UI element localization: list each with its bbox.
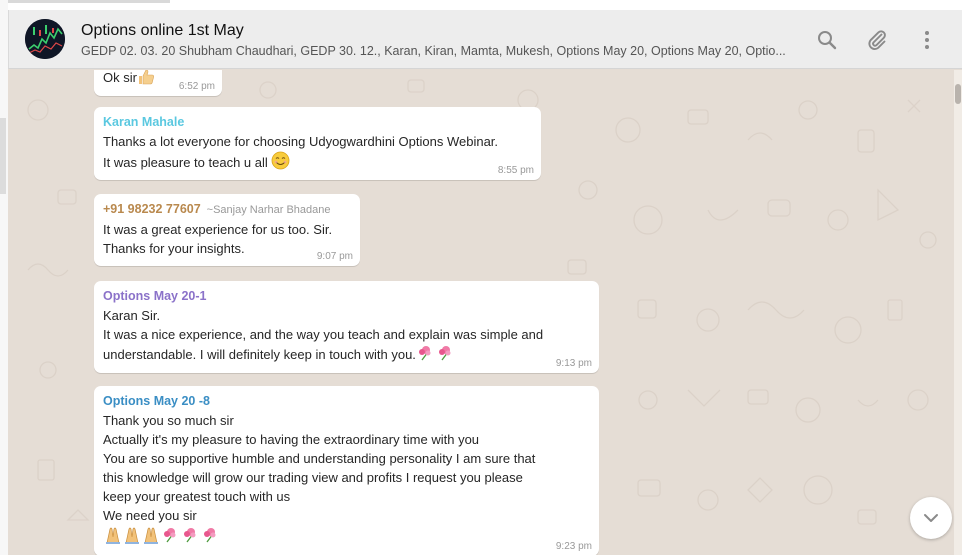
message-bubble[interactable]: Ok sir 6:52 pm	[94, 70, 222, 96]
scrollbar-thumb[interactable]	[955, 84, 961, 104]
message-bubble[interactable]: Options May 20-1 Karan Sir. It was a nic…	[94, 281, 599, 373]
message-text[interactable]: keep your greatest touch with us	[103, 487, 590, 506]
window-top-edge	[0, 0, 962, 10]
sender-name[interactable]: Options May 20 -8	[103, 392, 590, 410]
message-bubble[interactable]: Options May 20 -8 Thank you so much sir …	[94, 386, 599, 555]
sender-alias: ~Sanjay Narhar Bhadane	[206, 204, 331, 216]
message-text[interactable]: this knowledge will grow our trading vie…	[103, 468, 590, 487]
message-timestamp: 9:07 pm	[316, 251, 353, 262]
left-panel-edge	[0, 0, 8, 555]
message-text[interactable]: Karan Sir.	[103, 306, 590, 325]
message-text[interactable]: It was pleasure to teach u all	[103, 155, 268, 170]
flowers-icon	[416, 344, 456, 367]
message-bubble[interactable]: Karan Mahale Thanks a lot everyone for c…	[94, 107, 541, 180]
message-timestamp: 9:23 pm	[555, 541, 592, 552]
message-text[interactable]: Actually it's my pleasure to having the …	[103, 430, 590, 449]
message-text[interactable]: Thanks a lot everyone for choosing Udyog…	[103, 132, 532, 151]
message-bubble[interactable]: +91 98232 77607 ~Sanjay Narhar Bhadane It…	[94, 194, 360, 266]
message-text[interactable]: You are so supportive humble and underst…	[103, 449, 590, 468]
paperclip-icon[interactable]	[865, 28, 889, 52]
message-text[interactable]: Ok sir	[103, 70, 137, 85]
menu-icon[interactable]	[915, 28, 939, 52]
chat-scrollbar[interactable]	[954, 70, 962, 555]
message-text[interactable]: Thanks for your insights.	[103, 239, 351, 258]
group-avatar[interactable]	[25, 19, 65, 59]
message-list[interactable]: Ok sir 6:52 pm Karan Mahale Thanks a lot…	[8, 70, 954, 555]
message-text[interactable]: It was a nice experience, and the way yo…	[103, 325, 590, 344]
sender-phone[interactable]: +91 98232 77607	[103, 202, 201, 216]
scroll-to-bottom-button[interactable]	[910, 497, 952, 539]
message-timestamp: 9:13 pm	[555, 358, 592, 369]
sender-name[interactable]: Karan Mahale	[103, 113, 532, 131]
chat-participants[interactable]: GEDP 02. 03. 20 Shubham Chaudhari, GEDP …	[81, 44, 801, 58]
message-text[interactable]: We need you sir	[103, 506, 590, 525]
message-timestamp: 6:52 pm	[178, 81, 215, 92]
chat-header[interactable]: Options online 1st May GEDP 02. 03. 20 S…	[8, 10, 962, 69]
sender-name[interactable]: Options May 20-1	[103, 287, 590, 305]
smiling-face-icon	[271, 151, 290, 175]
message-text[interactable]: understandable. I will definitely keep i…	[103, 347, 416, 362]
chat-title[interactable]: Options online 1st May	[81, 22, 244, 40]
thumbs-up-icon	[137, 70, 155, 90]
search-icon[interactable]	[815, 28, 839, 52]
chevron-down-icon	[924, 514, 938, 522]
message-text[interactable]: It was a great experience for us too. Si…	[103, 220, 351, 239]
message-text[interactable]: Thank you so much sir	[103, 411, 590, 430]
folded-hands-and-flowers-icon	[103, 525, 223, 550]
message-timestamp: 8:55 pm	[497, 165, 534, 176]
